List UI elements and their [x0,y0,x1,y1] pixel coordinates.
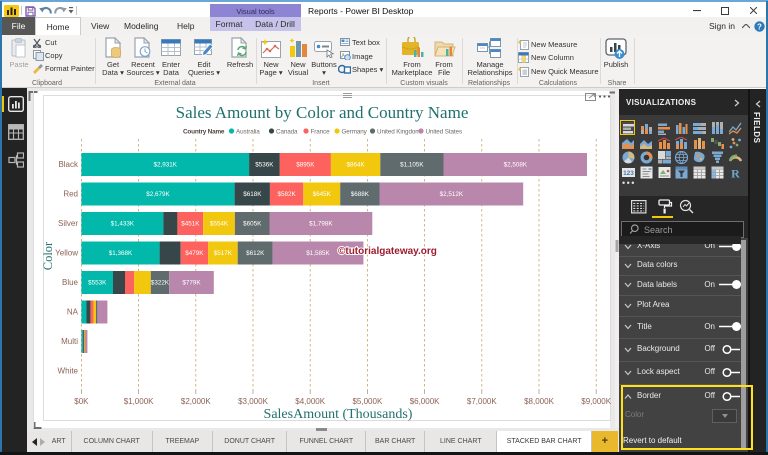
svg-text:$645K: $645K [313,191,332,198]
svg-text:$618K: $618K [243,191,262,198]
svg-text:United States: United States [426,129,463,136]
svg-text:Germany: Germany [342,129,368,136]
svg-text:NA: NA [67,308,79,317]
svg-text:$1,433K: $1,433K [111,221,135,228]
svg-text:Silver: Silver [58,219,78,228]
svg-text:Sales Amount by Color and Coun: Sales Amount by Color and Country Name [176,103,469,122]
svg-text:$688K: $688K [351,191,370,198]
svg-text:$582K: $582K [277,191,296,198]
svg-text:$553K: $553K [88,280,107,287]
svg-text:$612K: $612K [246,250,265,257]
svg-text:Red: Red [63,190,78,199]
svg-text:$1,000K: $1,000K [124,397,154,406]
svg-text:$6,000K: $6,000K [410,397,440,406]
svg-text:©tutorialgateway.org: ©tutorialgateway.org [338,246,437,257]
svg-text:$479K: $479K [185,250,204,257]
svg-text:$895K: $895K [296,162,315,169]
svg-text:$451K: $451K [181,221,200,228]
svg-text:White: White [58,367,79,376]
svg-text:Color: Color [41,241,55,270]
svg-text:$4,000K: $4,000K [295,397,325,406]
svg-text:$779K: $779K [182,280,201,287]
svg-text:$864K: $864K [346,162,365,169]
svg-text:$554K: $554K [210,221,229,228]
svg-text:$3,000K: $3,000K [238,397,268,406]
svg-text:France: France [311,129,331,136]
svg-text:Australia: Australia [236,129,260,136]
svg-text:$1,105K: $1,105K [400,162,424,169]
svg-text:Country Name: Country Name [183,129,225,136]
svg-text:$7,000K: $7,000K [467,397,497,406]
svg-text:$9,000K: $9,000K [581,397,611,406]
svg-text:$2,508K: $2,508K [504,162,528,169]
svg-text:$605K: $605K [243,221,262,228]
svg-text:United Kingdom: United Kingdom [377,129,420,136]
svg-text:$517K: $517K [214,250,233,257]
svg-text:$1,368K: $1,368K [109,250,133,257]
svg-text:Yellow: Yellow [55,249,78,258]
svg-text:$2,931K: $2,931K [153,162,177,169]
svg-text:Blue: Blue [62,278,79,287]
svg-text:$2,679K: $2,679K [146,191,170,198]
svg-text:Canada: Canada [276,129,298,136]
svg-text:SalesAmount (Thousands): SalesAmount (Thousands) [264,407,413,422]
svg-text:$536K: $536K [255,162,274,169]
svg-text:$1,798K: $1,798K [309,221,333,228]
svg-text:$1,585K: $1,585K [306,250,330,257]
svg-text:$2,512K: $2,512K [440,191,464,198]
svg-text:$8,000K: $8,000K [524,397,554,406]
svg-text:Multi: Multi [61,337,78,346]
svg-text:$0K: $0K [74,397,89,406]
svg-text:$322K: $322K [151,280,170,287]
svg-text:$2,000K: $2,000K [181,397,211,406]
svg-text:$5,000K: $5,000K [352,397,382,406]
svg-text:Black: Black [58,160,79,169]
